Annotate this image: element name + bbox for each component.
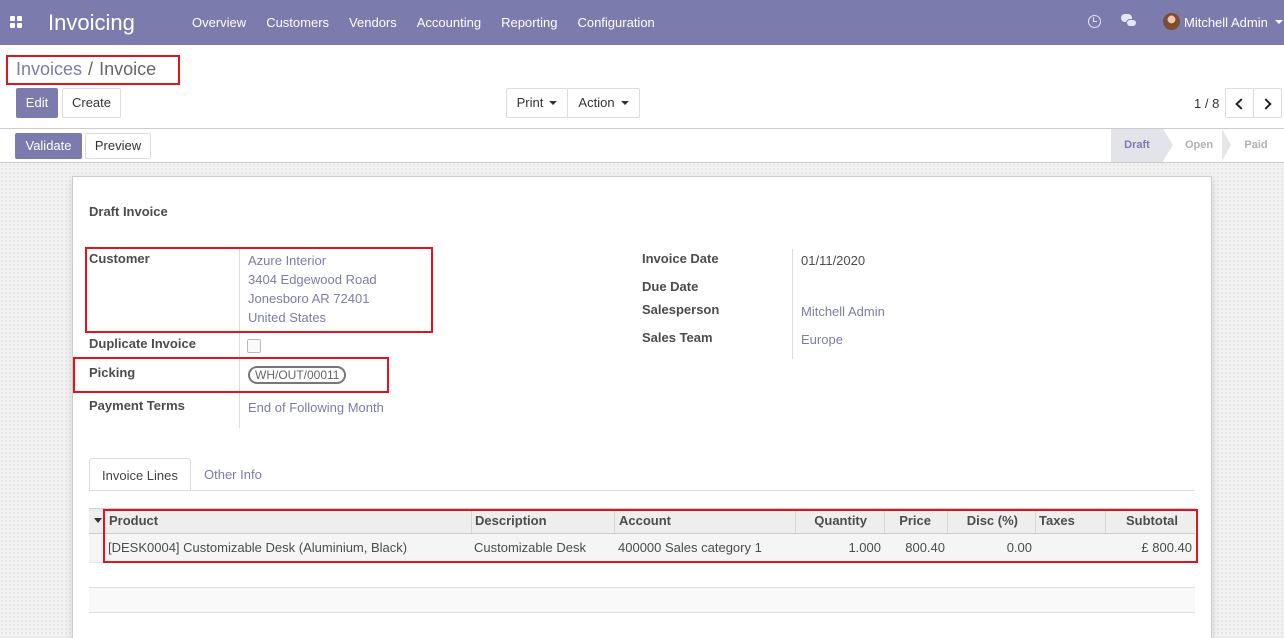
payment-terms-value[interactable]: End of Following Month [248, 400, 384, 415]
breadcrumb-separator: / [88, 59, 94, 79]
column-taxes[interactable]: Taxes [1039, 509, 1075, 533]
invoice-date-label: Invoice Date [642, 251, 719, 266]
cell-quantity[interactable]: 1.000 [809, 534, 881, 562]
menu-vendors[interactable]: Vendors [339, 0, 407, 45]
picking-tag[interactable]: WH/OUT/00011 [248, 366, 347, 384]
breadcrumb: Invoices / Invoice [16, 59, 156, 80]
column-description[interactable]: Description [475, 509, 547, 533]
caret-down-icon [549, 100, 558, 105]
column-separator [947, 509, 948, 533]
customer-city: Jonesboro AR 72401 [248, 291, 370, 306]
column-quantity[interactable]: Quantity [799, 509, 867, 533]
column-separator [1035, 509, 1036, 533]
cell-subtotal: £ 800.40 [1141, 540, 1192, 555]
sales-team-label: Sales Team [642, 330, 713, 345]
edit-button[interactable]: Edit [16, 88, 58, 118]
column-separator [1105, 509, 1106, 533]
clock-icon[interactable] [1088, 15, 1101, 28]
stage-paid[interactable]: Paid [1234, 129, 1278, 162]
column-account[interactable]: Account [619, 509, 671, 533]
pager-next-button[interactable] [1253, 88, 1282, 118]
app-title: Invoicing [48, 10, 135, 35]
column-product[interactable]: Product [109, 509, 158, 533]
form-sheet [72, 176, 1212, 638]
sort-caret-icon[interactable] [94, 518, 102, 523]
invoice-date-value[interactable]: 01/11/2020 [801, 253, 865, 268]
form-title: Draft Invoice [89, 204, 168, 219]
cell-product[interactable]: [DESK0004] Customizable Desk (Aluminium,… [108, 534, 407, 562]
pager-value[interactable]: 1 / 8 [1194, 96, 1219, 111]
duplicate-invoice-label: Duplicate Invoice [89, 336, 196, 351]
column-separator [614, 509, 615, 533]
pager-previous-button[interactable] [1225, 88, 1254, 118]
chat-icon[interactable] [1121, 14, 1137, 28]
cell-description[interactable]: Customizable Desk [474, 534, 586, 562]
action-label: Action [578, 95, 615, 110]
column-discount[interactable]: Disc (%) [951, 509, 1018, 533]
table-row-border [89, 612, 1195, 613]
top-navbar: Invoicing Overview Customers Vendors Acc… [0, 0, 1284, 45]
main-menu: Overview Customers Vendors Accounting Re… [182, 0, 665, 45]
payment-terms-label: Payment Terms [89, 398, 185, 413]
group-divider [239, 249, 240, 428]
customer-label: Customer [89, 251, 150, 266]
tab-other-info[interactable]: Other Info [192, 458, 274, 491]
column-price[interactable]: Price [889, 509, 931, 533]
table-row[interactable]: [DESK0004] Customizable Desk (Aluminium,… [89, 534, 1195, 563]
table-row-border [89, 587, 1195, 588]
print-label: Print [516, 95, 544, 110]
group-divider [792, 249, 793, 359]
table-header: Product Description Account Quantity Pri… [89, 508, 1195, 534]
picking-label: Picking [89, 365, 136, 380]
breadcrumb-current: Invoice [99, 59, 157, 79]
salesperson-label: Salesperson [642, 302, 720, 317]
salesperson-value[interactable]: Mitchell Admin [801, 304, 885, 319]
preview-button[interactable]: Preview [85, 133, 151, 159]
duplicate-invoice-checkbox[interactable] [247, 339, 261, 353]
table-empty-row [89, 588, 1195, 613]
cell-price[interactable]: 800.40 [889, 534, 945, 562]
breadcrumb-invoices[interactable]: Invoices [16, 59, 82, 79]
avatar[interactable] [1163, 13, 1180, 30]
chevron-left-icon [1235, 98, 1247, 110]
stage-open[interactable]: Open [1175, 129, 1223, 162]
stage-arrow [1222, 129, 1231, 161]
caret-down-icon [620, 100, 629, 105]
column-separator [471, 509, 472, 533]
apps-grid-icon[interactable] [10, 16, 22, 28]
user-menu[interactable]: Mitchell Admin [1184, 15, 1268, 30]
menu-customers[interactable]: Customers [256, 0, 339, 45]
tab-invoice-lines[interactable]: Invoice Lines [89, 458, 191, 491]
menu-reporting[interactable]: Reporting [491, 0, 567, 45]
print-button[interactable]: Print [506, 88, 568, 118]
cell-account[interactable]: 400000 Sales category 1 [618, 534, 762, 562]
column-subtotal[interactable]: Subtotal [1109, 509, 1178, 533]
create-button[interactable]: Create [62, 88, 121, 118]
validate-button[interactable]: Validate [15, 133, 82, 159]
caret-down-icon[interactable] [1275, 20, 1283, 24]
status-bar: Validate Preview Draft Open Paid [0, 129, 1284, 163]
sales-team-value[interactable]: Europe [801, 332, 843, 347]
cell-discount[interactable]: 0.00 [959, 534, 1032, 562]
column-separator [795, 509, 796, 533]
stage-arrow [1163, 129, 1173, 161]
column-separator [884, 509, 885, 533]
tab-underline [89, 490, 1195, 491]
stage-draft[interactable]: Draft [1111, 129, 1163, 162]
customer-street: 3404 Edgewood Road [248, 272, 377, 287]
menu-accounting[interactable]: Accounting [407, 0, 491, 45]
action-button[interactable]: Action [567, 88, 640, 118]
customer-name[interactable]: Azure Interior [248, 253, 326, 268]
menu-overview[interactable]: Overview [182, 0, 256, 45]
due-date-label: Due Date [642, 279, 699, 294]
menu-configuration[interactable]: Configuration [567, 0, 664, 45]
chevron-right-icon [1260, 98, 1272, 110]
customer-country: United States [248, 310, 327, 325]
